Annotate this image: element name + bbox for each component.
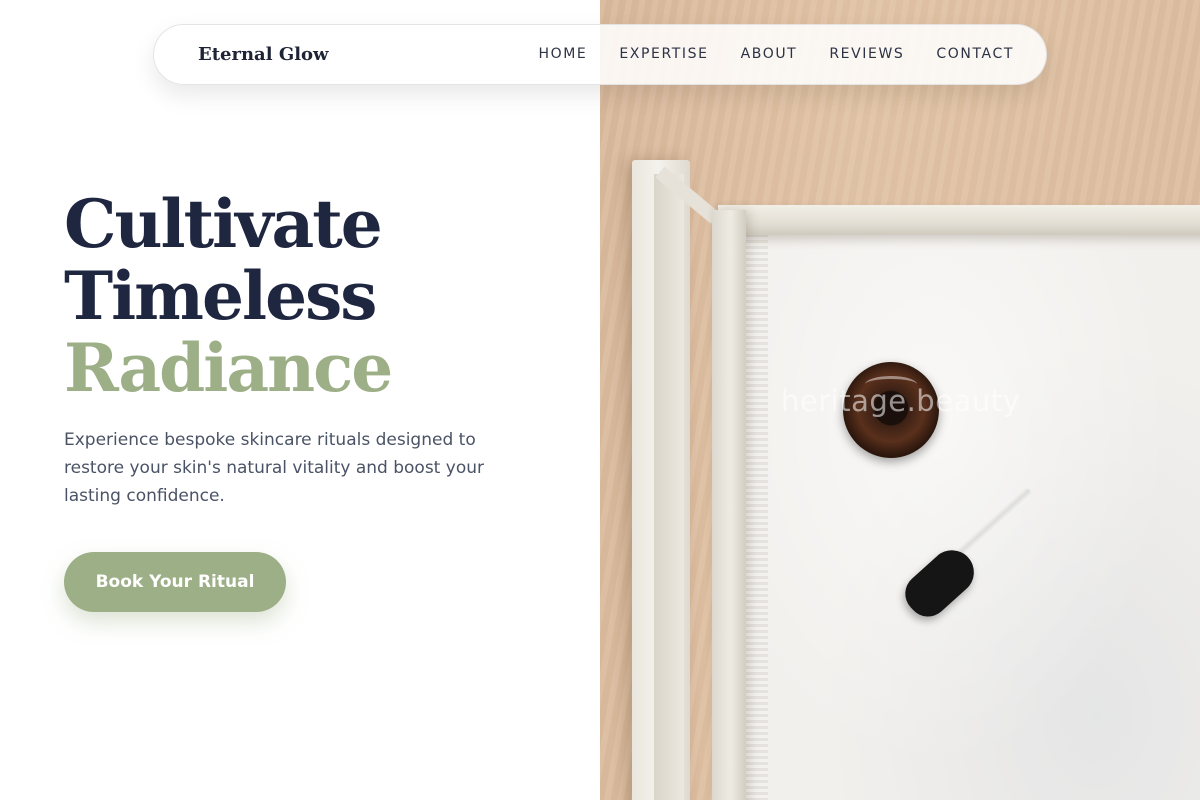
nav-link-expertise[interactable]: EXPERTISE bbox=[619, 46, 708, 62]
hero-image: heritage.beauty bbox=[600, 0, 1200, 800]
hero-description: Experience bespoke skincare rituals desi… bbox=[64, 430, 484, 506]
nav-links: HOME EXPERTISE ABOUT REVIEWS CONTACT bbox=[538, 46, 1014, 62]
brand-logo[interactable]: Eternal Glow bbox=[198, 44, 329, 65]
nav-link-contact[interactable]: CONTACT bbox=[936, 46, 1014, 62]
tray-frame-left bbox=[632, 160, 690, 800]
hero-section: Cultivate Timeless Radiance Experience b… bbox=[64, 188, 564, 510]
nav-link-reviews[interactable]: REVIEWS bbox=[829, 46, 904, 62]
hero-title-line-2: Timeless bbox=[64, 257, 377, 335]
nav-link-about[interactable]: ABOUT bbox=[741, 46, 798, 62]
hero-title: Cultivate Timeless Radiance bbox=[64, 188, 564, 404]
towel bbox=[744, 234, 1200, 800]
hero-title-line-3: Radiance bbox=[64, 329, 393, 407]
tray-frame-top bbox=[718, 205, 1200, 235]
book-ritual-button[interactable]: Book Your Ritual bbox=[64, 552, 286, 612]
top-navigation: Eternal Glow HOME EXPERTISE ABOUT REVIEW… bbox=[153, 24, 1047, 85]
image-watermark: heritage.beauty bbox=[781, 384, 1021, 418]
nav-link-home[interactable]: HOME bbox=[538, 46, 587, 62]
hero-title-line-1: Cultivate bbox=[64, 185, 383, 263]
tray-frame-inner bbox=[712, 210, 746, 800]
